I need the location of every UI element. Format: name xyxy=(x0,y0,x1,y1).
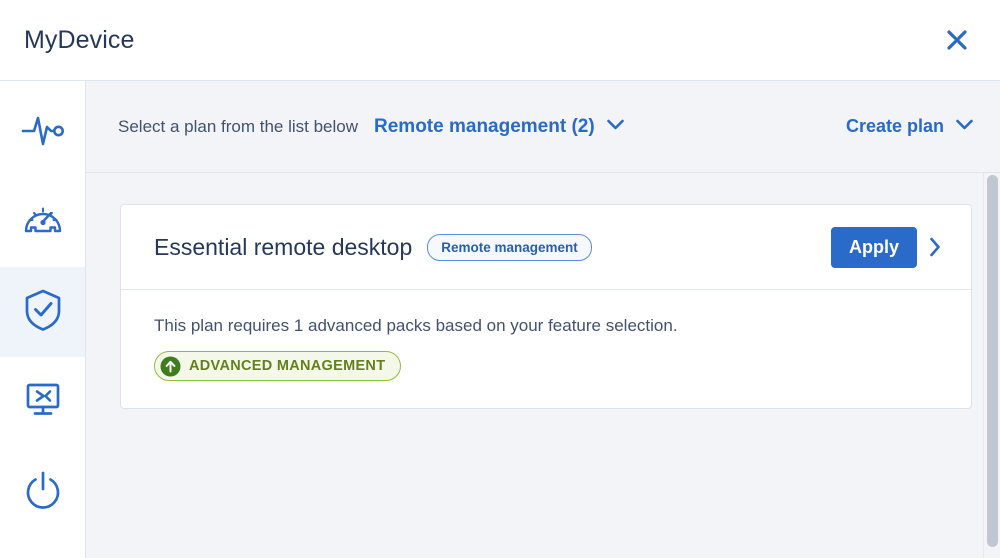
dialog-body: Select a plan from the list below Remote… xyxy=(0,81,1000,558)
monitor-remote-icon xyxy=(22,379,64,426)
plan-filter-label: Remote management (2) xyxy=(374,115,595,137)
scrollbar-thumb[interactable] xyxy=(987,175,998,547)
create-plan-dropdown[interactable]: Create plan xyxy=(846,116,974,137)
sidebar-item-monitoring[interactable] xyxy=(0,87,85,177)
power-icon xyxy=(22,469,64,516)
toolbar-instruction: Select a plan from the list below xyxy=(118,116,359,136)
sidebar-item-remote-desktop[interactable] xyxy=(0,357,85,447)
vertical-scrollbar[interactable] xyxy=(983,173,1000,558)
plan-description: This plan requires 1 advanced packs base… xyxy=(154,316,678,335)
sidebar-item-security[interactable] xyxy=(0,267,85,357)
pulse-heartbeat-icon xyxy=(21,113,65,152)
title-bar: MyDevice xyxy=(0,0,1000,81)
apply-button[interactable]: Apply xyxy=(830,226,917,268)
plan-category-badge: Remote management xyxy=(427,233,592,261)
advanced-pack-badge: ADVANCED MANAGEMENT xyxy=(154,351,402,381)
dialog-window: MyDevice Select a plan from the list bel… xyxy=(0,0,1000,558)
sidebar-item-power[interactable] xyxy=(0,447,85,537)
plan-title: Essential remote desktop xyxy=(154,233,413,260)
gauge-speedometer-icon xyxy=(22,200,64,245)
shield-check-icon xyxy=(23,288,63,337)
close-icon[interactable] xyxy=(936,19,978,61)
main-panel: Select a plan from the list below Remote… xyxy=(86,81,1000,558)
plan-card: Essential remote desktop Remote manageme… xyxy=(120,204,972,409)
sidebar xyxy=(0,81,86,558)
plan-list-area: Essential remote desktop Remote manageme… xyxy=(86,173,1000,558)
page-title: MyDevice xyxy=(24,25,135,54)
chevron-down-icon xyxy=(606,118,625,136)
plan-toolbar: Select a plan from the list below Remote… xyxy=(86,81,1000,173)
plan-filter-dropdown[interactable]: Remote management (2) xyxy=(374,116,625,138)
plan-card-body: This plan requires 1 advanced packs base… xyxy=(121,290,971,408)
sidebar-item-performance[interactable] xyxy=(0,177,85,267)
advanced-pack-label: ADVANCED MANAGEMENT xyxy=(189,358,386,374)
plan-card-header: Essential remote desktop Remote manageme… xyxy=(121,205,971,290)
chevron-right-icon[interactable] xyxy=(917,236,953,258)
create-plan-label: Create plan xyxy=(845,116,944,136)
chevron-down-icon xyxy=(955,118,974,136)
arrow-up-circle-icon xyxy=(160,356,181,377)
